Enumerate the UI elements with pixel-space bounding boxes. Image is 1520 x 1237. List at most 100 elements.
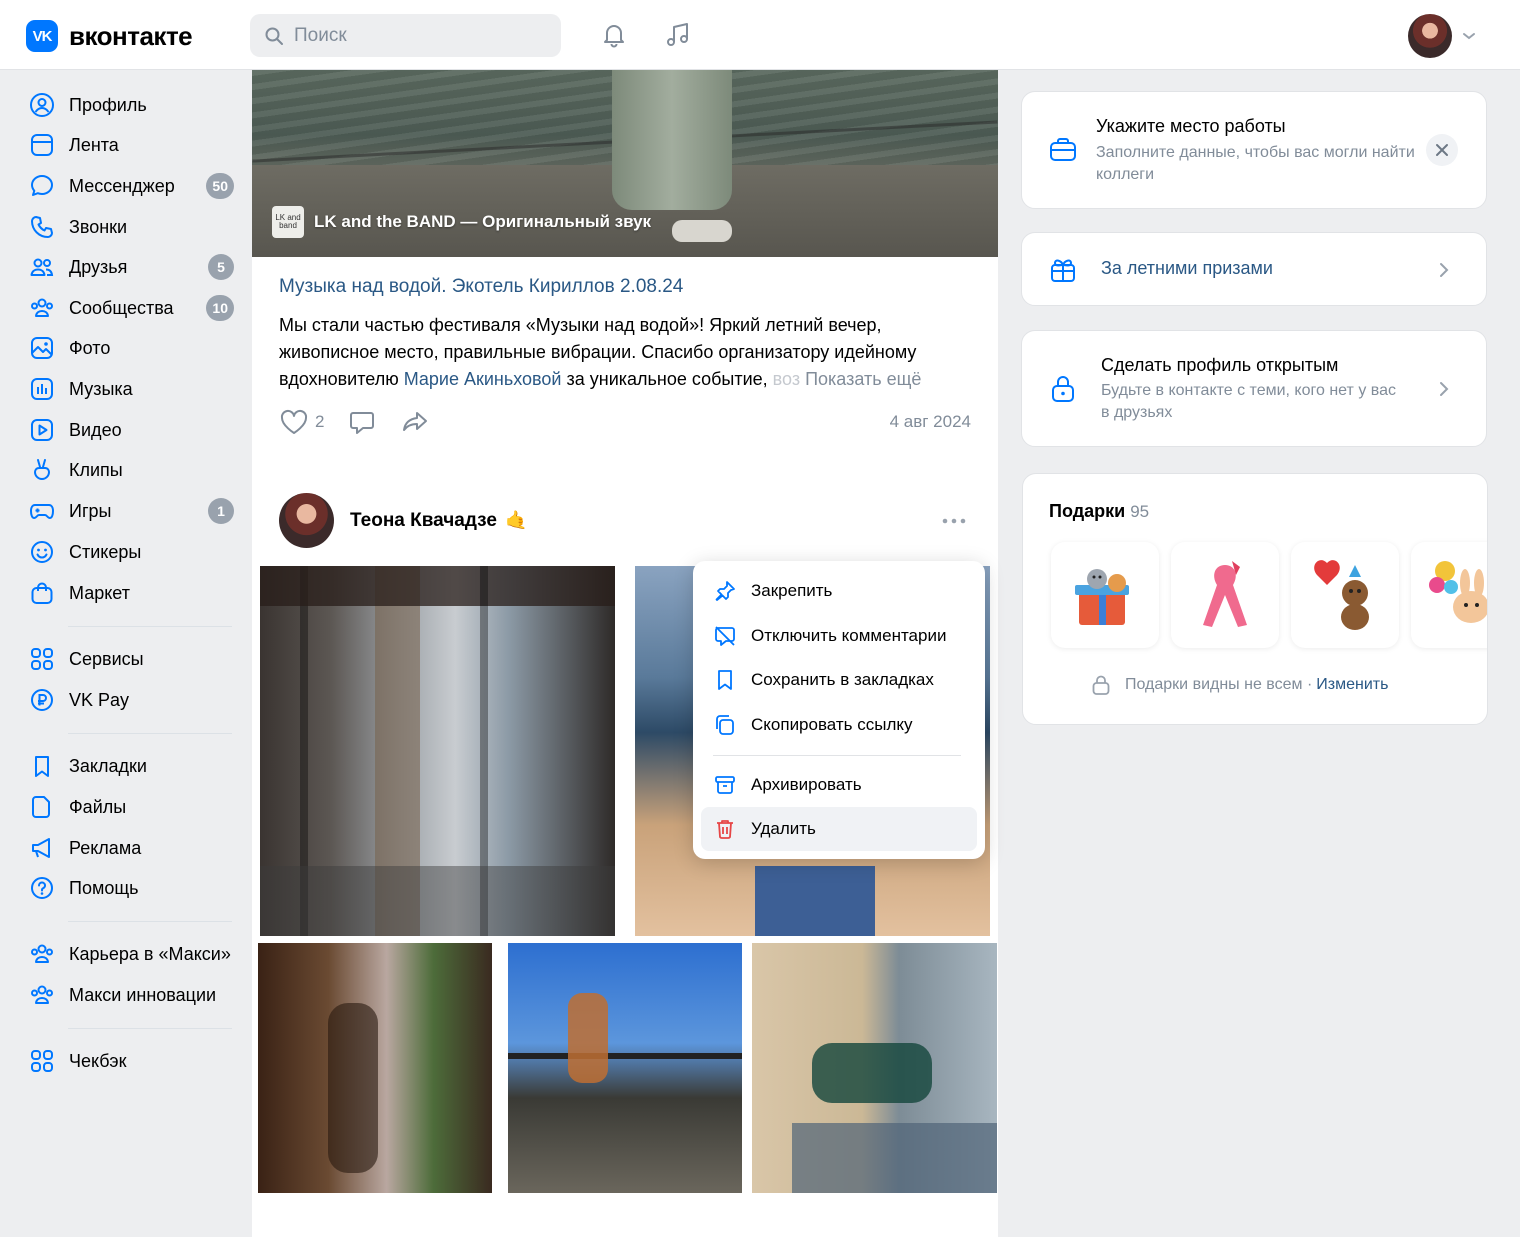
nav-item-market[interactable]: Маркет [28,575,238,611]
nav-item-help[interactable]: Помощь [28,870,238,906]
pin-icon [715,581,735,601]
gift-item[interactable] [1411,542,1487,648]
nav-label: Файлы [69,796,127,817]
post-author[interactable]: Теона Квачадзе 🤙 [279,493,527,548]
gifts-title[interactable]: Подарки 95 [1049,501,1149,522]
gift-item[interactable] [1291,542,1399,648]
post-photo[interactable] [260,566,615,936]
nav-item-communities[interactable]: Сообщества 10 [28,290,238,326]
nav-item-friends[interactable]: Друзья 5 [28,249,238,285]
post-photo[interactable] [752,943,997,1193]
author-name[interactable]: Теона Квачадзе [350,510,497,532]
vk-logo[interactable]: VK вконтакте [26,20,193,52]
music-player-button[interactable] [660,17,696,53]
menu-item-label: Скопировать ссылку [751,715,913,734]
nav-item-messenger[interactable]: Мессенджер 50 [28,168,238,204]
nav-item-photo[interactable]: Фото [28,330,238,366]
nav-label: Маркет [69,582,130,603]
message-icon [31,175,53,196]
nav-item-feed[interactable]: Лента [28,127,238,163]
group-icon [31,944,53,963]
work-card-title: Укажите место работы [1096,116,1286,136]
post-video[interactable]: LK and band LK and the BAND — Оригинальн… [252,70,998,257]
nav-divider [68,1028,232,1029]
nav-item-career[interactable]: Карьера в «Макси» [28,936,238,972]
like-count: 2 [315,412,325,431]
share-button[interactable] [400,408,430,436]
nav-label: Звонки [69,216,128,237]
menu-item-copy-link[interactable]: Скопировать ссылку [701,703,977,747]
profile-menu-button[interactable] [1408,14,1476,58]
services-icon [31,648,53,670]
nav-item-stickers[interactable]: Стикеры [28,534,238,570]
post-date[interactable]: 4 авг 2024 [890,412,971,432]
menu-item-pin[interactable]: Закрепить [701,569,977,613]
summer-prizes-card[interactable]: За летними призами [1021,232,1487,306]
nav-label: Клипы [69,459,123,480]
show-more-link[interactable]: Показать ещё [800,369,921,389]
music-icon [31,378,53,400]
gift-box-cats-icon [1075,569,1129,625]
nav-item-music[interactable]: Музыка [28,371,238,407]
post-title-link[interactable]: Музыка над водой. Экотель Кириллов 2.08.… [279,276,683,298]
nav-divider [68,626,232,627]
audio-cover-icon: LK and band [272,206,304,238]
photo-icon [31,337,53,359]
menu-item-disable-comments[interactable]: Отключить комментарии [701,614,977,658]
nav-item-calls[interactable]: Звонки [28,209,238,245]
briefcase-icon [1050,138,1076,161]
heart-icon [280,409,308,434]
nav-item-games[interactable]: Игры 1 [28,493,238,529]
gift-item[interactable] [1171,542,1279,648]
music-note-icon [667,23,688,46]
menu-item-label: Отключить комментарии [751,626,947,645]
open-profile-subtitle: Будьте в контакте с теми, кого нет у вас… [1101,382,1396,421]
audio-label: LK and the BAND — Оригинальный звук [314,212,652,231]
post-photo[interactable] [508,943,742,1193]
nav-item-bookmarks[interactable]: Закладки [28,748,238,784]
work-place-card[interactable]: Укажите место работы Заполните данные, ч… [1021,91,1487,209]
copy-icon [716,715,734,735]
like-button[interactable]: 2 [279,408,324,436]
gifts-card: Подарки 95 Подарки видны не всем · Измен… [1022,473,1488,725]
nav-item-clips[interactable]: Клипы [28,452,238,488]
nav-item-services[interactable]: Сервисы [28,641,238,677]
lock-icon [1092,675,1110,695]
dismiss-work-card-button[interactable] [1426,134,1458,166]
friends-badge: 5 [208,254,234,280]
menu-item-archive[interactable]: Архивировать [701,763,977,807]
comment-button[interactable] [348,408,376,436]
open-profile-title: Сделать профиль открытым [1101,355,1339,375]
menu-item-bookmark[interactable]: Сохранить в закладках [701,658,977,702]
change-privacy-link[interactable]: Изменить [1316,676,1388,694]
gift-item[interactable] [1051,542,1159,648]
menu-item-delete[interactable]: Удалить [701,807,977,851]
nav-item-vkpay[interactable]: VK Pay [28,682,238,718]
nav-item-innovations[interactable]: Макси инновации [28,977,238,1013]
nav-item-video[interactable]: Видео [28,412,238,448]
phone-icon [31,216,53,238]
post-text: Мы стали частью фестиваля «Музыки над во… [279,312,979,393]
nav-item-checkback[interactable]: Чекбэк [28,1043,238,1079]
gifts-privacy-text: Подарки видны не всем · [1125,676,1313,693]
nav-label: Друзья [69,256,128,277]
author-avatar[interactable] [279,493,334,548]
video-person [612,70,732,210]
user-circle-icon [30,93,54,117]
nav-item-files[interactable]: Файлы [28,789,238,825]
nav-item-profile[interactable]: Профиль [28,87,238,123]
nav-item-ads[interactable]: Реклама [28,830,238,866]
notifications-button[interactable] [596,17,632,53]
video-shoe [672,220,732,242]
post-more-button[interactable] [938,505,970,537]
post-photo[interactable] [258,943,492,1193]
original-audio[interactable]: LK and band LK and the BAND — Оригинальн… [272,206,651,238]
search-box[interactable] [250,14,561,57]
open-profile-card[interactable]: Сделать профиль открытым Будьте в контак… [1021,330,1487,447]
vk-logo-icon: VK [26,20,58,52]
nav-label: Музыка [69,378,133,399]
search-input[interactable] [294,24,544,47]
mention-link[interactable]: Марие Акиньховой [404,369,562,389]
lock-icon [1052,376,1074,402]
avatar [1408,14,1452,58]
